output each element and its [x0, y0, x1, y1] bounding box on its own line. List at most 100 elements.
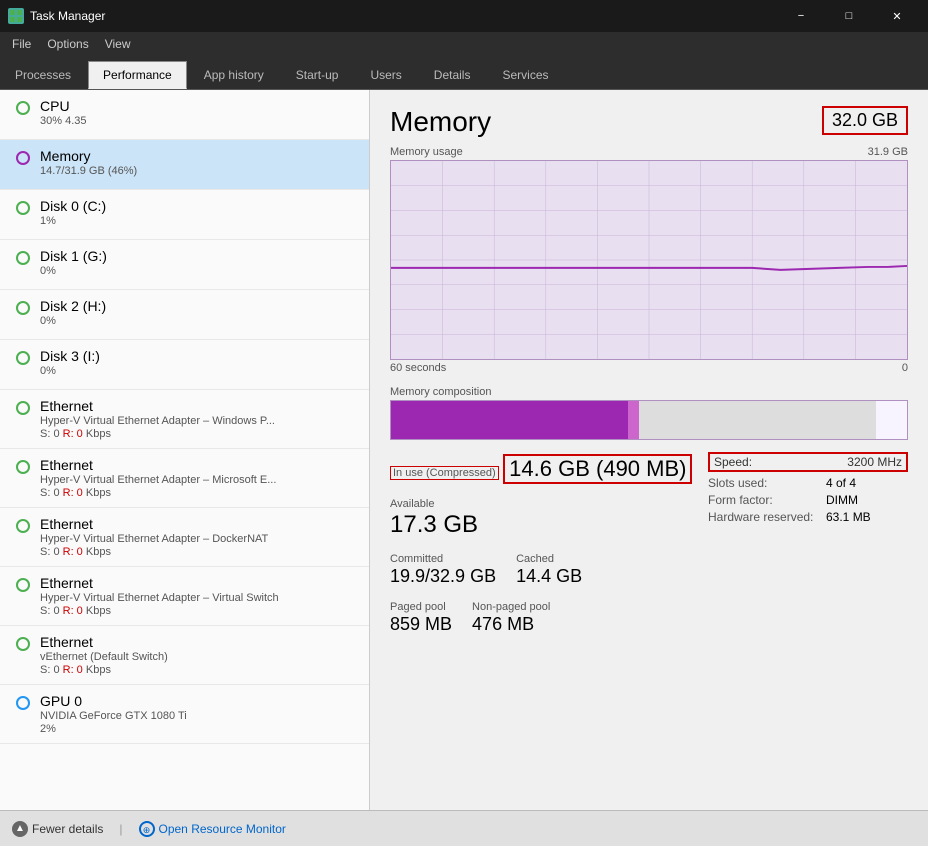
- sidebar-item-disk3[interactable]: Disk 3 (I:) 0%: [0, 340, 369, 390]
- sidebar-item-disk0[interactable]: Disk 0 (C:) 1%: [0, 190, 369, 240]
- eth3-status-dot: [16, 519, 30, 533]
- cached-value: 14.4 GB: [516, 566, 582, 587]
- eth5-sub1: vEthernet (Default Switch): [40, 651, 357, 663]
- sidebar-item-memory[interactable]: Memory 14.7/31.9 GB (46%): [0, 140, 369, 190]
- stat-non-paged-pool: Non-paged pool 476 MB: [472, 601, 550, 635]
- tab-startup[interactable]: Start-up: [281, 61, 354, 89]
- fewer-details-button[interactable]: ▲ Fewer details: [12, 821, 103, 837]
- gpu0-title: GPU 0: [40, 693, 357, 709]
- chart-label-row: Memory usage 31.9 GB: [390, 146, 908, 158]
- form-factor-key: Form factor:: [708, 493, 818, 507]
- eth4-sub1: Hyper-V Virtual Ethernet Adapter – Virtu…: [40, 592, 357, 604]
- open-resource-monitor-link[interactable]: ⊕ Open Resource Monitor: [139, 821, 286, 837]
- maximize-button[interactable]: □: [826, 0, 872, 32]
- menu-view[interactable]: View: [97, 35, 139, 53]
- time-right-label: 0: [902, 362, 908, 374]
- cpu-status-dot: [16, 101, 30, 115]
- eth5-title: Ethernet: [40, 634, 357, 650]
- disk3-title: Disk 3 (I:): [40, 348, 357, 364]
- cpu-item-content: CPU 30% 4.35: [40, 98, 357, 127]
- hw-reserved-row: Hardware reserved: 63.1 MB: [708, 510, 908, 524]
- tab-app-history[interactable]: App history: [189, 61, 279, 89]
- disk0-item-content: Disk 0 (C:) 1%: [40, 198, 357, 227]
- sidebar-item-eth2[interactable]: Ethernet Hyper-V Virtual Ethernet Adapte…: [0, 449, 369, 508]
- gpu0-sub2: 2%: [40, 723, 357, 735]
- eth1-item-content: Ethernet Hyper-V Virtual Ethernet Adapte…: [40, 398, 357, 440]
- stats-table: Speed: 3200 MHz Slots used: 4 of 4 Form …: [708, 452, 908, 524]
- detail-total: 32.0 GB: [822, 106, 908, 135]
- menu-options[interactable]: Options: [39, 35, 96, 53]
- stats-area: In use (Compressed) 14.6 GB (490 MB) Ava…: [390, 452, 908, 649]
- comp-standby: [639, 401, 876, 439]
- sidebar-item-gpu0[interactable]: GPU 0 NVIDIA GeForce GTX 1080 Ti 2%: [0, 685, 369, 744]
- app-icon: [8, 8, 24, 24]
- detail-panel: Memory 32.0 GB Memory usage 31.9 GB: [370, 90, 928, 810]
- eth4-item-content: Ethernet Hyper-V Virtual Ethernet Adapte…: [40, 575, 357, 617]
- detail-title: Memory: [390, 106, 491, 138]
- form-factor-val: DIMM: [826, 493, 858, 507]
- eth1-status-dot: [16, 401, 30, 415]
- slots-row: Slots used: 4 of 4: [708, 476, 908, 490]
- pool-row: Paged pool 859 MB Non-paged pool 476 MB: [390, 601, 708, 649]
- eth3-title: Ethernet: [40, 516, 357, 532]
- eth5-sub2: S: 0 R: 0 Kbps: [40, 664, 357, 676]
- title-text: Task Manager: [30, 9, 105, 23]
- speed-label: Speed:: [714, 455, 752, 469]
- close-button[interactable]: ✕: [874, 0, 920, 32]
- sidebar-item-eth1[interactable]: Ethernet Hyper-V Virtual Ethernet Adapte…: [0, 390, 369, 449]
- non-paged-pool-label: Non-paged pool: [472, 601, 550, 613]
- committed-cached-row: Committed 19.9/32.9 GB Cached 14.4 GB: [390, 553, 708, 601]
- disk0-title: Disk 0 (C:): [40, 198, 357, 214]
- tab-processes[interactable]: Processes: [0, 61, 86, 89]
- memory-item-content: Memory 14.7/31.9 GB (46%): [40, 148, 357, 177]
- sidebar-item-eth4[interactable]: Ethernet Hyper-V Virtual Ethernet Adapte…: [0, 567, 369, 626]
- sidebar-item-cpu[interactable]: CPU 30% 4.35: [0, 90, 369, 140]
- tabs-bar: Processes Performance App history Start-…: [0, 56, 928, 90]
- detail-header: Memory 32.0 GB: [390, 106, 908, 138]
- form-factor-row: Form factor: DIMM: [708, 493, 908, 507]
- disk2-sub: 0%: [40, 315, 357, 327]
- memory-chart: [390, 160, 908, 360]
- sidebar-item-disk2[interactable]: Disk 2 (H:) 0%: [0, 290, 369, 340]
- cpu-sub: 30% 4.35: [40, 115, 357, 127]
- tab-users[interactable]: Users: [355, 61, 416, 89]
- composition-label: Memory composition: [390, 386, 908, 398]
- tab-services[interactable]: Services: [487, 61, 563, 89]
- eth2-title: Ethernet: [40, 457, 357, 473]
- sidebar-item-disk1[interactable]: Disk 1 (G:) 0%: [0, 240, 369, 290]
- eth4-sub2: S: 0 R: 0 Kbps: [40, 605, 357, 617]
- menu-file[interactable]: File: [4, 35, 39, 53]
- stats-right: Speed: 3200 MHz Slots used: 4 of 4 Form …: [708, 452, 908, 649]
- open-resource-monitor-label: Open Resource Monitor: [159, 822, 286, 836]
- disk1-item-content: Disk 1 (G:) 0%: [40, 248, 357, 277]
- tab-details[interactable]: Details: [419, 61, 486, 89]
- sidebar-item-eth5[interactable]: Ethernet vEthernet (Default Switch) S: 0…: [0, 626, 369, 685]
- disk2-item-content: Disk 2 (H:) 0%: [40, 298, 357, 327]
- time-left-label: 60 seconds: [390, 362, 446, 374]
- bottom-bar: ▲ Fewer details | ⊕ Open Resource Monito…: [0, 810, 928, 846]
- cached-label: Cached: [516, 553, 582, 565]
- composition-bar: [390, 400, 908, 440]
- committed-value: 19.9/32.9 GB: [390, 566, 496, 587]
- title-bar-controls: − □ ✕: [778, 0, 920, 32]
- chevron-up-icon: ▲: [12, 821, 28, 837]
- stat-available: Available 17.3 GB: [390, 498, 708, 539]
- tab-performance[interactable]: Performance: [88, 61, 187, 89]
- sidebar-item-eth3[interactable]: Ethernet Hyper-V Virtual Ethernet Adapte…: [0, 508, 369, 567]
- memory-title: Memory: [40, 148, 357, 164]
- available-label: Available: [390, 498, 708, 510]
- eth5-item-content: Ethernet vEthernet (Default Switch) S: 0…: [40, 634, 357, 676]
- comp-in-use: [391, 401, 628, 439]
- memory-status-dot: [16, 151, 30, 165]
- disk0-status-dot: [16, 201, 30, 215]
- disk3-status-dot: [16, 351, 30, 365]
- minimize-button[interactable]: −: [778, 0, 824, 32]
- eth4-title: Ethernet: [40, 575, 357, 591]
- comp-free: [876, 401, 907, 439]
- memory-chart-svg: [391, 161, 907, 359]
- disk0-sub: 1%: [40, 215, 357, 227]
- stats-left: In use (Compressed) 14.6 GB (490 MB) Ava…: [390, 452, 708, 649]
- eth4-status-dot: [16, 578, 30, 592]
- comp-modified: [628, 401, 638, 439]
- eth5-status-dot: [16, 637, 30, 651]
